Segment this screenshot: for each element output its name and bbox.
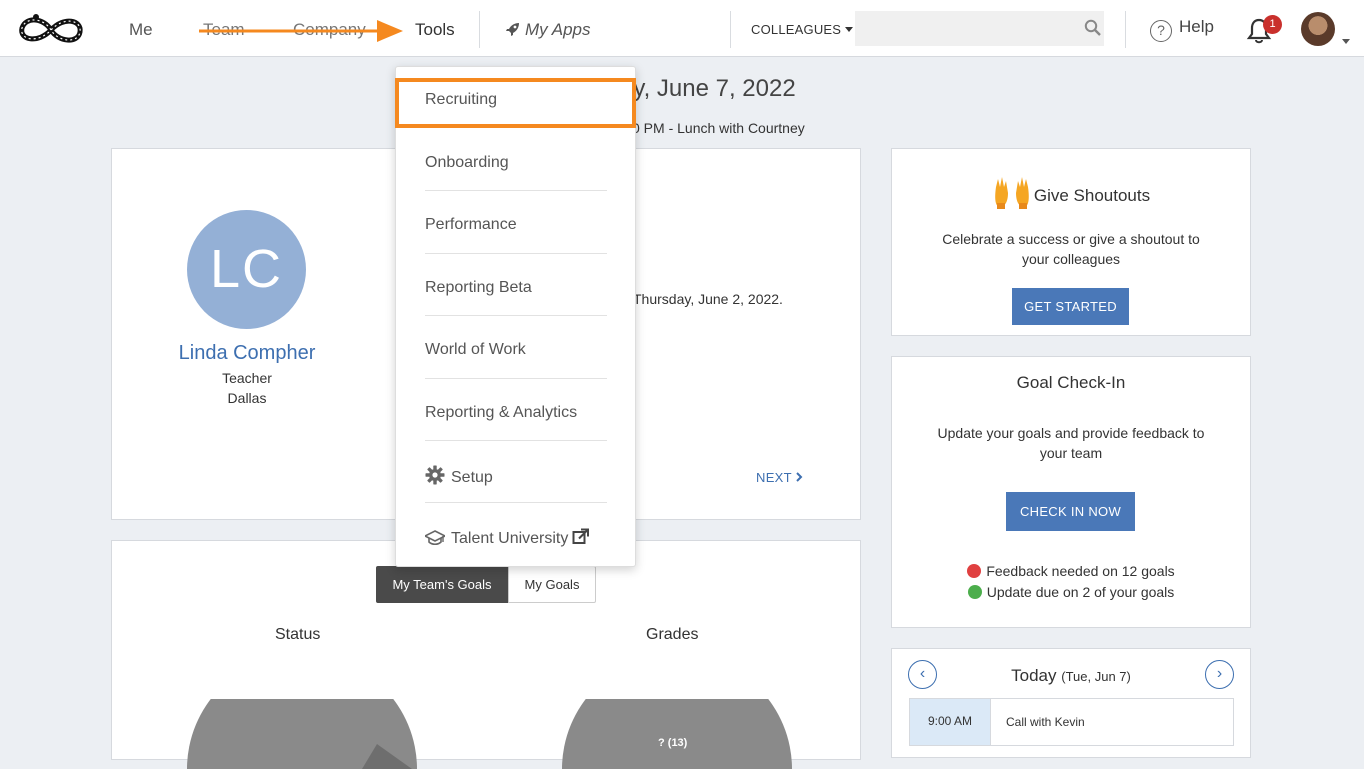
calendar-date: (Tue, Jun 7) — [1061, 669, 1131, 684]
status-pie-chart — [187, 699, 417, 769]
nav-tools[interactable]: Tools — [415, 20, 455, 40]
calendar-title-text: Today — [1011, 666, 1057, 685]
calendar-title: Today (Tue, Jun 7) — [892, 666, 1250, 686]
red-status-dot-icon — [967, 564, 982, 578]
status-chart-title: Status — [275, 626, 321, 643]
update-due-text: Update due on 2 of your goals — [986, 584, 1175, 600]
profile-notice-text: Thursday, June 2, 2022. — [633, 291, 783, 307]
profile-name-link[interactable]: Linda Compher — [112, 342, 382, 365]
gear-icon — [425, 465, 445, 485]
menu-divider — [425, 190, 607, 191]
next-label: NEXT — [756, 470, 792, 485]
menu-item-performance[interactable]: Performance — [425, 216, 607, 234]
arrow-annotation-icon — [199, 20, 403, 42]
user-avatar[interactable] — [1301, 12, 1335, 46]
green-status-dot-icon — [967, 585, 982, 599]
grades-pie-label: ? (13) — [658, 737, 688, 749]
checkin-title: Goal Check-In — [1016, 373, 1126, 392]
nav-me[interactable]: Me — [129, 20, 153, 40]
menu-divider — [425, 378, 607, 379]
menu-divider — [425, 440, 607, 441]
grades-chart-title: Grades — [646, 626, 699, 643]
help-label: Help — [1179, 17, 1214, 36]
goal-checkin-card: Goal Check-In Update your goals and prov… — [891, 356, 1251, 628]
nav-divider — [1125, 11, 1126, 48]
feedback-needed-status[interactable]: Feedback needed on 12 goals — [892, 563, 1250, 579]
grades-pie-chart — [562, 699, 792, 769]
menu-item-setup[interactable]: Setup — [425, 465, 607, 487]
tools-dropdown-menu: Recruiting Onboarding Performance Report… — [395, 66, 636, 567]
menu-item-reporting-beta[interactable]: Reporting Beta — [425, 279, 607, 297]
my-apps-label: My Apps — [525, 20, 591, 39]
search-icon[interactable] — [1084, 19, 1102, 37]
check-in-now-button[interactable]: CHECK IN NOW — [1006, 492, 1135, 531]
profile-location: Dallas — [227, 390, 267, 406]
help-link[interactable]: ? Help — [1150, 17, 1214, 42]
next-event-line: 0 PM - Lunch with Courtney — [632, 120, 805, 136]
menu-divider — [425, 253, 607, 254]
chevron-right-icon — [795, 472, 802, 482]
nav-divider — [479, 11, 480, 48]
shoutouts-title-text: Give Shoutouts — [1033, 186, 1151, 205]
colleagues-label: COLLEAGUES — [751, 22, 842, 37]
get-started-button[interactable]: GET STARTED — [1012, 288, 1129, 325]
calendar-card: ‹ Today (Tue, Jun 7) › 9:00 AM Call with… — [891, 648, 1251, 758]
tab-my-goals[interactable]: My Goals — [508, 566, 596, 603]
goals-card: My Team's Goals My Goals Status Grades ?… — [111, 540, 861, 769]
colleagues-dropdown[interactable]: COLLEAGUES — [751, 22, 854, 37]
nav-my-apps[interactable]: My Apps — [505, 20, 591, 40]
checkin-description: Update your goals and provide feedback t… — [937, 425, 1205, 461]
menu-divider — [425, 315, 607, 316]
calendar-event-row[interactable]: 9:00 AM Call with Kevin — [909, 698, 1234, 746]
shoutouts-card: Give Shoutouts Celebrate a success or gi… — [891, 148, 1251, 336]
setup-label: Setup — [451, 469, 493, 486]
feedback-needed-text: Feedback needed on 12 goals — [986, 563, 1175, 579]
question-icon: ? — [1150, 20, 1172, 42]
raised-hands-icon — [995, 177, 1029, 209]
external-link-icon — [572, 528, 590, 544]
event-title: Call with Kevin — [1006, 715, 1085, 729]
menu-item-reporting-analytics[interactable]: Reporting & Analytics — [425, 404, 607, 422]
search-input[interactable] — [855, 11, 1104, 46]
graduation-cap-icon — [425, 530, 445, 546]
profile-title: Teacher — [222, 370, 272, 386]
shoutouts-description: Celebrate a success or give a shoutout t… — [942, 231, 1200, 267]
talent-university-label: Talent University — [451, 530, 569, 547]
caret-down-icon[interactable] — [1342, 39, 1350, 44]
profile-avatar: LC — [187, 210, 306, 329]
menu-item-talent-university[interactable]: Talent University — [425, 528, 607, 548]
caret-down-icon — [845, 27, 854, 32]
shoutouts-title: Give Shoutouts — [892, 173, 1250, 211]
infinity-logo[interactable] — [16, 10, 86, 50]
update-due-status[interactable]: Update due on 2 of your goals — [892, 584, 1250, 600]
page-date-heading: ay, June 7, 2022 — [620, 75, 796, 102]
chevron-right-icon[interactable]: › — [1205, 660, 1234, 689]
highlight-box-annotation — [395, 78, 636, 128]
menu-divider — [425, 502, 607, 503]
event-time: 9:00 AM — [910, 699, 991, 745]
notification-badge: 1 — [1263, 15, 1282, 34]
tab-my-teams-goals[interactable]: My Team's Goals — [376, 566, 508, 603]
menu-item-world-of-work[interactable]: World of Work — [425, 341, 607, 359]
menu-item-onboarding[interactable]: Onboarding — [425, 154, 607, 172]
nav-divider — [730, 11, 731, 48]
next-link[interactable]: NEXT — [756, 470, 803, 485]
rocket-icon — [506, 23, 519, 36]
